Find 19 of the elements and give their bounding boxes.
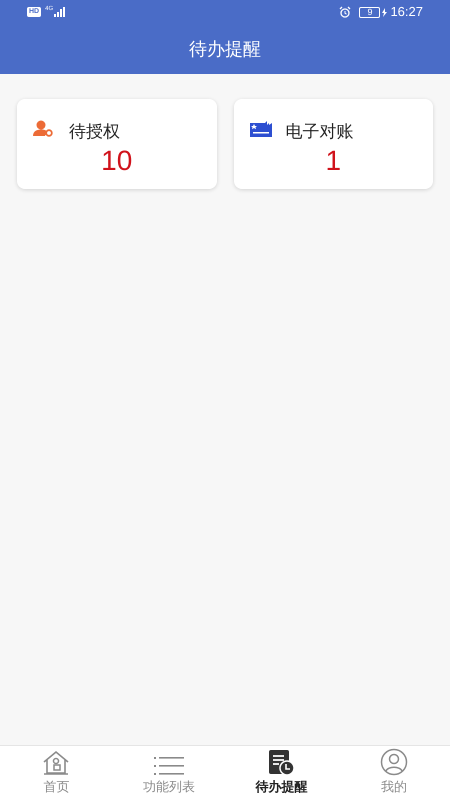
todo-card[interactable]: 待授权 10: [17, 99, 216, 189]
profile-icon: [380, 748, 408, 776]
pending-count: 1: [325, 144, 342, 176]
todo-card[interactable]: 电子对账 1: [234, 99, 433, 189]
todo-clock-icon: [267, 750, 296, 776]
charging-icon: [382, 8, 388, 16]
page-title: 待办提醒: [189, 38, 261, 60]
nav-tab[interactable]: 待办提醒: [225, 746, 338, 800]
clock-time: 16:27: [390, 3, 423, 22]
card-label: 电子对账: [286, 121, 354, 143]
bill-icon: [250, 120, 272, 137]
person-key-icon: [33, 120, 55, 138]
card-label: 待授权: [69, 121, 120, 143]
home-icon: [42, 750, 70, 776]
alarm-icon: [339, 6, 352, 18]
pending-count: 10: [101, 144, 132, 176]
battery-level: 9: [359, 6, 380, 18]
signal-icon: [54, 7, 66, 17]
list-icon: [154, 756, 184, 776]
